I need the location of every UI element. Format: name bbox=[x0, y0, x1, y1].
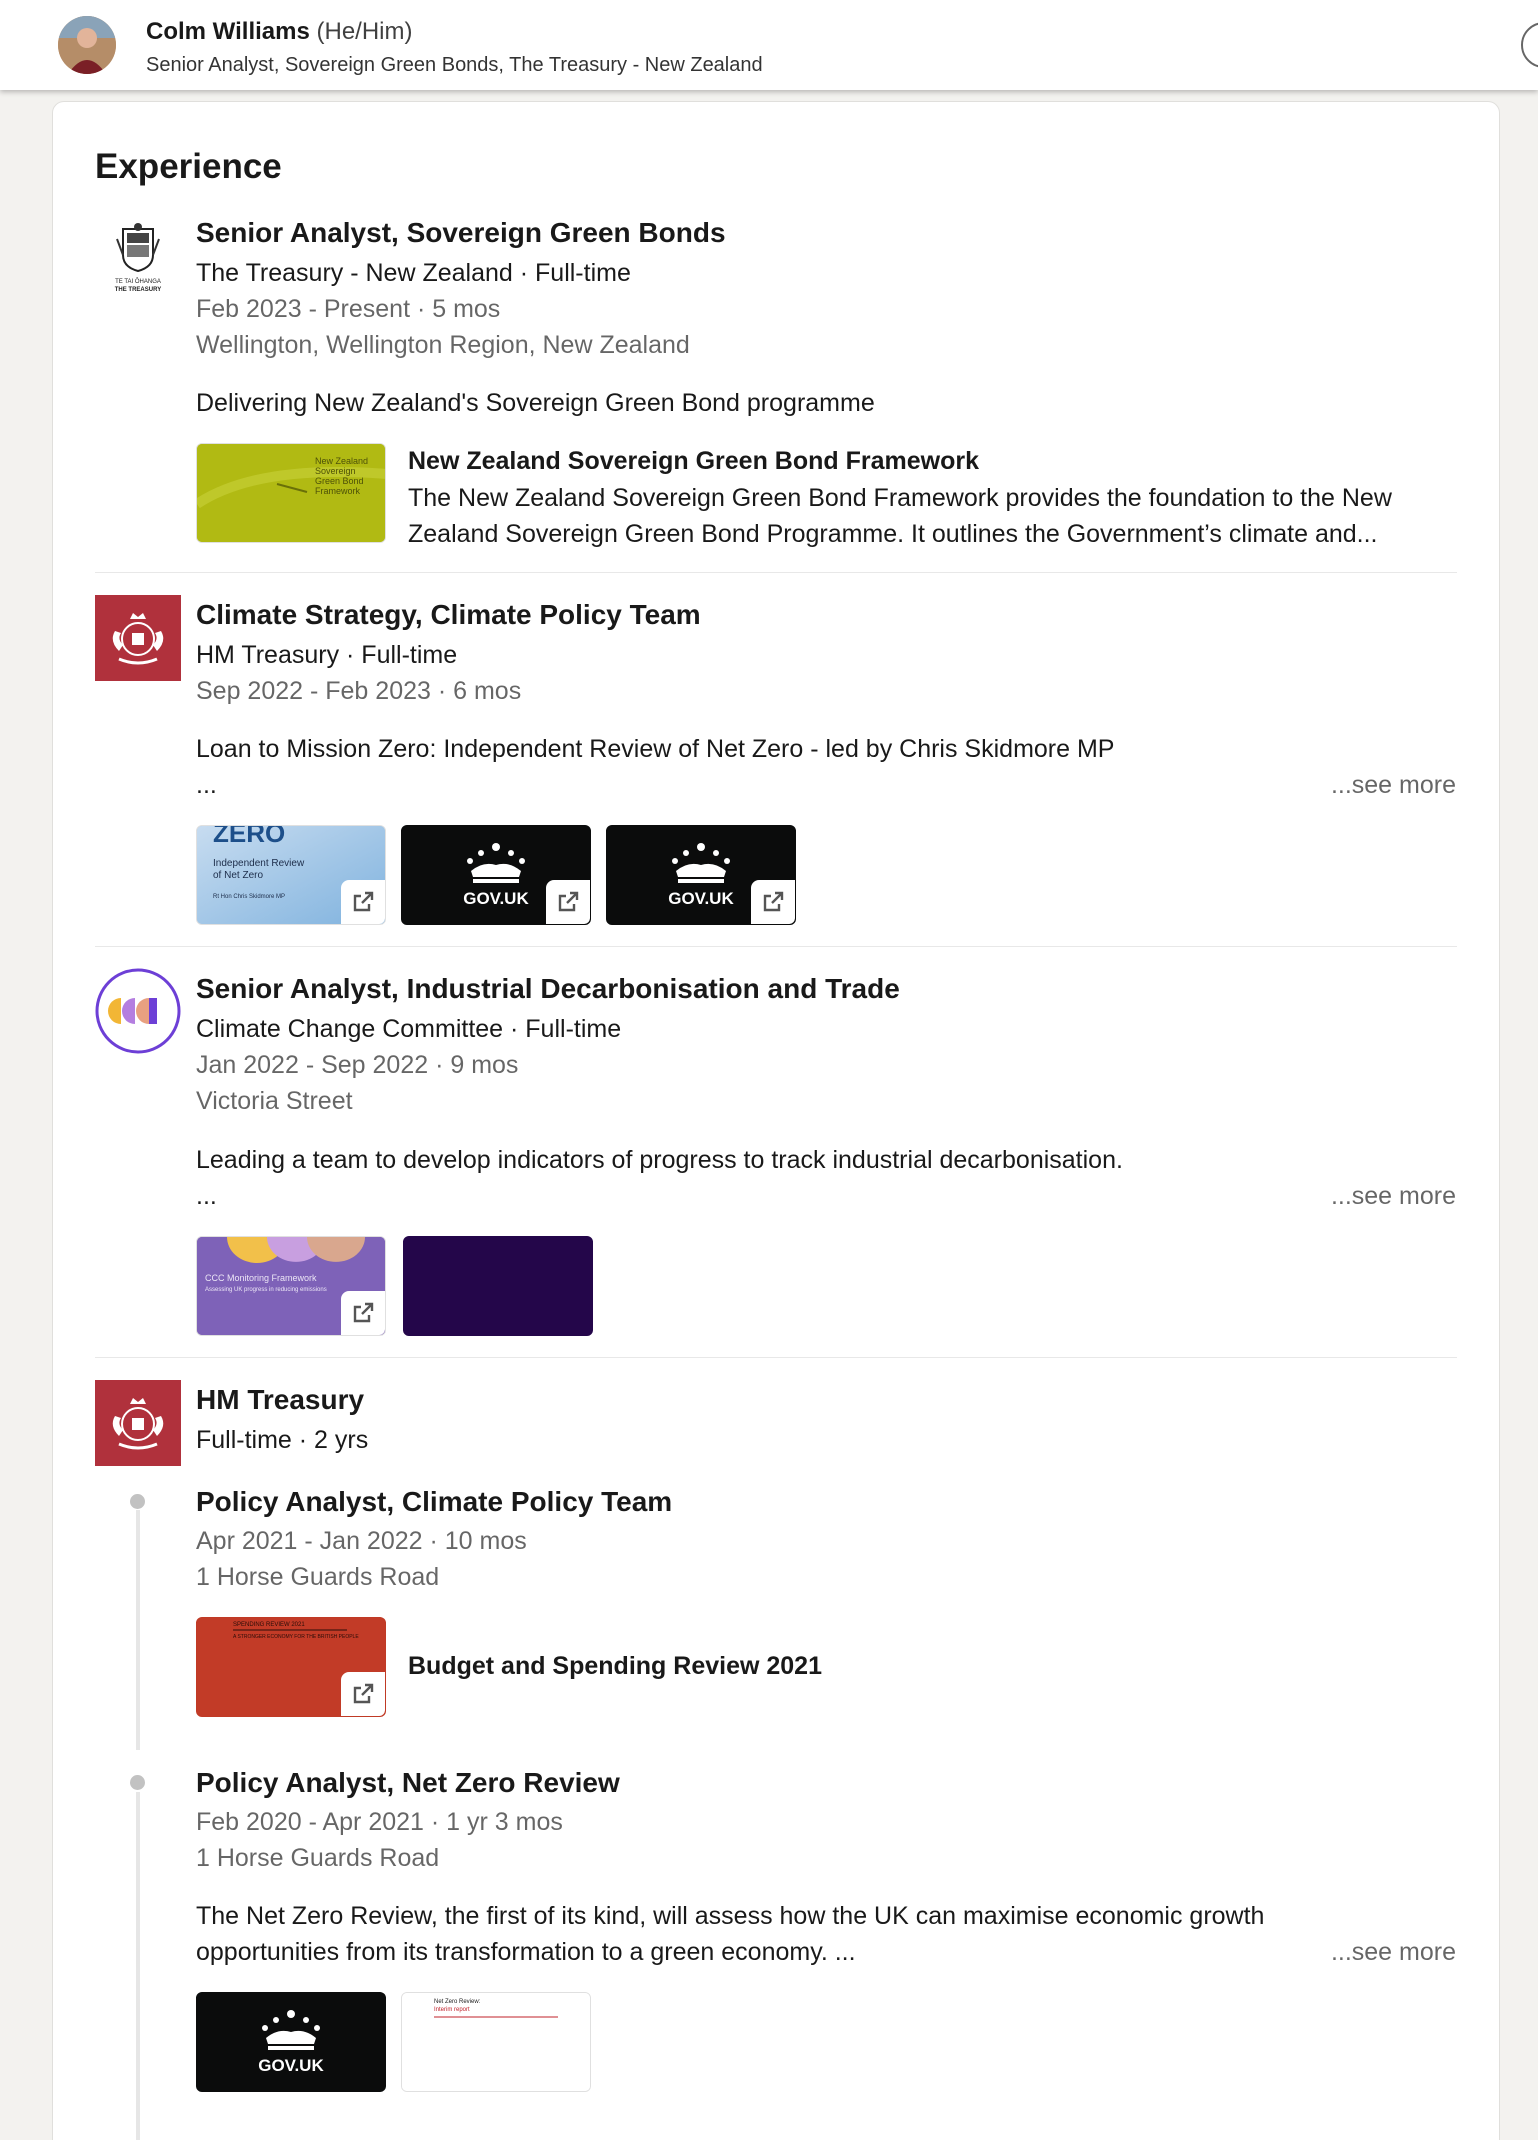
experience-company: Climate Change Committee · Full-time bbox=[196, 1015, 622, 1043]
divider bbox=[95, 572, 1457, 573]
position-location: 1 Horse Guards Road bbox=[196, 1844, 440, 1872]
experience-location: Wellington, Wellington Region, New Zeala… bbox=[196, 331, 690, 359]
doc-sub: Interim report bbox=[434, 2007, 470, 2013]
govuk-label: GOV.UK bbox=[258, 2056, 324, 2075]
experience-company: HM Treasury · Full-time bbox=[196, 641, 458, 669]
thumb-small: Rt Hon Chris Skidmore MP bbox=[213, 894, 285, 900]
position-dates: Feb 2020 - Apr 2021 · 1 yr 3 mos bbox=[196, 1808, 563, 1836]
climate-change-committee-logo[interactable] bbox=[95, 968, 181, 1054]
timeline-dot bbox=[130, 1494, 145, 1509]
svg-text:New Zealand: New Zealand bbox=[315, 456, 368, 466]
experience-location: Victoria Street bbox=[196, 1087, 353, 1115]
see-more-link[interactable]: ...see more bbox=[1331, 1182, 1456, 1211]
media-thumbnail-spending-review[interactable]: SPENDING REVIEW 2021 A STRONGER ECONOMY … bbox=[196, 1617, 386, 1717]
timeline-line bbox=[136, 1792, 140, 2140]
experience-description: Leading a team to develop indicators of … bbox=[196, 1146, 1123, 1174]
doc-title: Net Zero Review: bbox=[434, 1999, 481, 2005]
media-thumbnail-ccc-monitoring[interactable]: CCC Monitoring Framework Assessing UK pr… bbox=[196, 1236, 386, 1336]
see-more-link[interactable]: ...see more bbox=[1331, 1938, 1456, 1967]
experience-company: The Treasury - New Zealand · Full-time bbox=[196, 259, 631, 287]
thumb-title: SPENDING REVIEW 2021 bbox=[233, 1622, 305, 1628]
divider bbox=[95, 1357, 1457, 1358]
svg-text:Sovereign: Sovereign bbox=[315, 466, 356, 476]
thumb-title: ZERO bbox=[213, 826, 285, 848]
media-description: The New Zealand Sovereign Green Bond Fra… bbox=[408, 484, 1392, 548]
svg-text:THE TREASURY: THE TREASURY bbox=[115, 287, 161, 293]
govuk-label: GOV.UK bbox=[463, 889, 529, 908]
experience-dates: Sep 2022 - Feb 2023 · 6 mos bbox=[196, 677, 522, 705]
crown-icon bbox=[467, 843, 525, 883]
thumb-sub: Assessing UK progress in reducing emissi… bbox=[205, 1287, 327, 1293]
ellipsis-text: ... bbox=[196, 771, 217, 799]
svg-text:Framework: Framework bbox=[315, 486, 361, 496]
media-title[interactable]: Budget and Spending Review 2021 bbox=[408, 1652, 822, 1681]
media-thumbnail-net-zero-interim[interactable]: Net Zero Review: Interim report bbox=[401, 1992, 591, 2092]
experience-description: Delivering New Zealand's Sovereign Green… bbox=[196, 389, 875, 417]
experience-summary: Full-time · 2 yrs bbox=[196, 1426, 369, 1454]
svg-text:TE TAI ŌHANGA: TE TAI ŌHANGA bbox=[115, 278, 161, 285]
experience-dates: Jan 2022 - Sep 2022 · 9 mos bbox=[196, 1051, 519, 1079]
profile-name: Colm Williams (He/Him) bbox=[146, 18, 413, 46]
position-role[interactable]: Policy Analyst, Net Zero Review bbox=[196, 1767, 620, 1799]
pronouns-text: (He/Him) bbox=[316, 18, 413, 45]
experience-role[interactable]: Climate Strategy, Climate Policy Team bbox=[196, 599, 701, 631]
experience-dates: Feb 2023 - Present · 5 mos bbox=[196, 295, 501, 323]
external-link-icon[interactable] bbox=[341, 1672, 385, 1716]
position-location: 1 Horse Guards Road bbox=[196, 1563, 440, 1591]
govuk-label: GOV.UK bbox=[668, 889, 734, 908]
more-actions-button[interactable] bbox=[1521, 22, 1538, 68]
nz-treasury-logo[interactable]: TE TAI ŌHANGA THE TREASURY bbox=[95, 219, 181, 305]
see-more-link[interactable]: ...see more bbox=[1331, 771, 1456, 800]
experience-description: Loan to Mission Zero: Independent Review… bbox=[196, 735, 1115, 763]
timeline-dot bbox=[130, 1775, 145, 1790]
media-thumbnail-govuk[interactable]: GOV.UK bbox=[196, 1992, 386, 2092]
thumb-sub: A STRONGER ECONOMY FOR THE BRITISH PEOPL… bbox=[233, 1634, 359, 1640]
media-thumbnail-green-bond[interactable]: New Zealand Sovereign Green Bond Framewo… bbox=[196, 443, 386, 543]
profile-headline: Senior Analyst, Sovereign Green Bonds, T… bbox=[146, 54, 763, 76]
external-link-icon[interactable] bbox=[341, 880, 385, 924]
svg-text:Green Bond: Green Bond bbox=[315, 476, 364, 486]
timeline-line bbox=[136, 1510, 140, 1750]
divider bbox=[95, 946, 1457, 947]
profile-avatar[interactable] bbox=[58, 16, 116, 74]
hm-treasury-logo[interactable] bbox=[95, 595, 181, 681]
external-link-icon[interactable] bbox=[341, 1291, 385, 1335]
position-description-line1: The Net Zero Review, the first of its ki… bbox=[196, 1902, 1265, 1930]
media-thumbnail-govuk[interactable]: GOV.UK bbox=[606, 825, 796, 925]
crown-icon bbox=[262, 2010, 320, 2050]
external-link-icon[interactable] bbox=[751, 880, 795, 924]
crown-icon bbox=[672, 843, 730, 883]
experience-role[interactable]: Senior Analyst, Sovereign Green Bonds bbox=[196, 217, 726, 249]
experience-company-title[interactable]: HM Treasury bbox=[196, 1384, 364, 1416]
media-title[interactable]: New Zealand Sovereign Green Bond Framewo… bbox=[408, 447, 979, 476]
external-link-icon[interactable] bbox=[546, 880, 590, 924]
thumb-title: CCC Monitoring Framework bbox=[205, 1273, 317, 1283]
position-role[interactable]: Policy Analyst, Climate Policy Team bbox=[196, 1486, 672, 1518]
profile-sticky-header: Colm Williams (He/Him) Senior Analyst, S… bbox=[0, 0, 1538, 90]
media-thumbnail-purple[interactable] bbox=[403, 1236, 593, 1336]
hm-treasury-logo[interactable] bbox=[95, 1380, 181, 1466]
experience-role[interactable]: Senior Analyst, Industrial Decarbonisati… bbox=[196, 973, 900, 1005]
section-title: Experience bbox=[95, 147, 282, 186]
svg-text:of Net Zero: of Net Zero bbox=[213, 870, 263, 881]
ellipsis-text: ... bbox=[196, 1182, 217, 1210]
media-thumbnail-net-zero-review[interactable]: ZERO Independent Review of Net Zero Rt H… bbox=[196, 825, 386, 925]
position-dates: Apr 2021 - Jan 2022 · 10 mos bbox=[196, 1527, 527, 1555]
media-thumbnail-govuk[interactable]: GOV.UK bbox=[401, 825, 591, 925]
name-text: Colm Williams bbox=[146, 18, 310, 45]
svg-text:Independent Review: Independent Review bbox=[213, 858, 305, 869]
position-description-line2: opportunities from its transformation to… bbox=[196, 1938, 856, 1966]
